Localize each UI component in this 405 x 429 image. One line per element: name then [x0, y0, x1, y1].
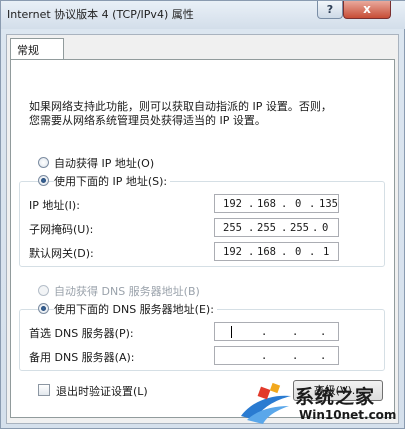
mask-dot: . [312, 222, 319, 234]
dns-auto-label[interactable]: 自动获得 DNS 服务器地址(B) [54, 283, 200, 299]
gateway-dot: . [309, 246, 316, 258]
tab-general[interactable]: 常规 [10, 38, 64, 60]
logo-emblem-icon [241, 382, 291, 424]
mask-dot: . [281, 222, 288, 234]
ip-octet-4: 135 [319, 198, 338, 210]
preferred-dns-label: 首选 DNS 服务器(P): [29, 327, 134, 340]
gateway-octet-2: 168 [257, 246, 276, 258]
mask-octet-1: 255 [223, 222, 242, 234]
title-bar[interactable]: Internet 协议版本 4 (TCP/IPv4) 属性 ? x [1, 1, 405, 29]
dns-dot: . [261, 326, 268, 338]
window-title: Internet 协议版本 4 (TCP/IPv4) 属性 [7, 8, 194, 21]
ip-address-field[interactable]: 192 . 168 . 0 . 135 [214, 194, 339, 213]
validate-on-exit-label[interactable]: 退出时验证设置(L) [56, 383, 148, 399]
ip-dot: . [281, 198, 288, 210]
subnet-mask-field[interactable]: 255 . 255 . 255 . 0 [214, 218, 339, 237]
tab-panel-general: 如果网络支持此功能，则可以获取自动指派的 IP 设置。否则， 您需要从网络系统管… [10, 59, 395, 418]
subnet-mask-label: 子网掩码(U): [29, 223, 94, 236]
mask-octet-3: 255 [290, 222, 309, 234]
dns-dot: . [292, 326, 299, 338]
help-icon: ? [326, 3, 334, 16]
ip-auto-radio[interactable] [38, 157, 49, 168]
gateway-dot: . [281, 246, 288, 258]
watermark-url: Win10net.com [299, 408, 397, 422]
ip-octet-2: 168 [257, 198, 276, 210]
dialog-client-area: 常规 如果网络支持此功能，则可以获取自动指派的 IP 设置。否则， 您需要从网络… [6, 34, 399, 424]
mask-octet-2: 255 [257, 222, 276, 234]
ip-auto-label[interactable]: 自动获得 IP 地址(O) [54, 155, 154, 171]
ip-manual-radio[interactable] [38, 175, 49, 186]
dns-manual-radio[interactable] [38, 303, 49, 314]
gateway-octet-3: 0 [295, 246, 302, 258]
gateway-field[interactable]: 192 . 168 . 0 . 1 [214, 242, 339, 261]
gateway-octet-4: 1 [323, 246, 330, 258]
alternate-dns-field[interactable]: . . . [214, 346, 339, 365]
mask-octet-4: 0 [322, 222, 329, 234]
gateway-dot: . [248, 246, 255, 258]
dns-dot: . [261, 350, 268, 362]
help-button[interactable]: ? [317, 1, 343, 19]
dns-auto-radio[interactable] [38, 285, 49, 296]
ip-octet-1: 192 [223, 198, 242, 210]
watermark-brand: 系统之家 [295, 386, 376, 408]
ip-manual-label[interactable]: 使用下面的 IP 地址(S): [54, 173, 171, 189]
preferred-dns-field[interactable]: . . . [214, 322, 339, 341]
ip-address-label: IP 地址(I): [29, 199, 80, 212]
text-caret [231, 326, 232, 338]
intro-text: 如果网络支持此功能，则可以获取自动指派的 IP 设置。否则， 您需要从网络系统管… [29, 100, 379, 128]
ip-octet-3: 0 [295, 198, 302, 210]
dns-dot: . [320, 350, 327, 362]
validate-on-exit-checkbox[interactable] [38, 384, 50, 396]
gateway-octet-1: 192 [223, 246, 242, 258]
dns-manual-label[interactable]: 使用下面的 DNS 服务器地址(E): [54, 301, 217, 317]
alternate-dns-label: 备用 DNS 服务器(A): [29, 351, 135, 364]
dialog-window: Internet 协议版本 4 (TCP/IPv4) 属性 ? x 常规 如果网… [0, 0, 405, 429]
mask-dot: . [248, 222, 255, 234]
intro-line-1: 如果网络支持此功能，则可以获取自动指派的 IP 设置。否则， [29, 100, 332, 113]
ip-dot: . [248, 198, 255, 210]
close-icon: x [363, 2, 371, 16]
gateway-label: 默认网关(D): [29, 247, 94, 260]
intro-line-2: 您需要从网络系统管理员处获得适当的 IP 设置。 [29, 114, 266, 127]
dns-dot: . [320, 326, 327, 338]
close-button[interactable]: x [343, 1, 391, 19]
dns-dot: . [292, 350, 299, 362]
ip-dot: . [309, 198, 316, 210]
watermark-logo: 系统之家 Win10net.com [237, 380, 403, 428]
